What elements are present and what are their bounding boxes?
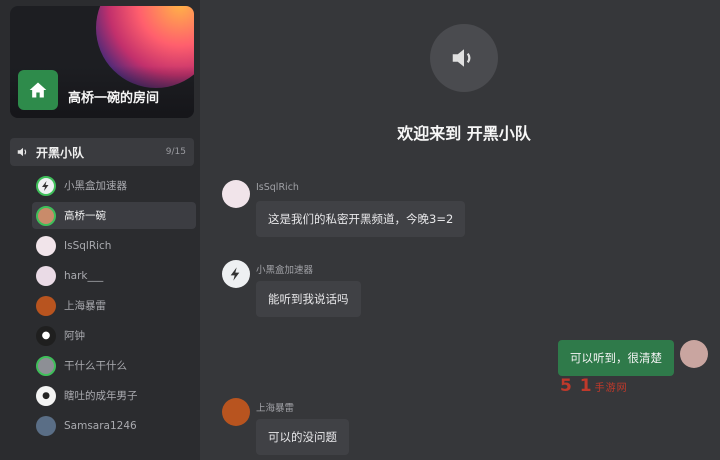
member-list: 小黑盒加速器 高桥一碗 IsSqlRich hark___ 上海暴雷 ● 阿钟 … [32, 172, 196, 442]
lightning-icon [42, 180, 49, 191]
member-avatar: ● [36, 325, 56, 346]
member-name: IsSqlRich [64, 239, 112, 252]
chat-main: 欢迎来到 开黑小队 IsSqlRich 这是我们的私密开黑频道，今晚3=2 小黑… [200, 0, 720, 460]
welcome-title: 欢迎来到 开黑小队 [397, 124, 531, 143]
message-username: 上海暴雷 [256, 403, 295, 414]
message-avatar[interactable] [222, 180, 250, 208]
member-avatar [36, 415, 56, 436]
message-avatar[interactable] [222, 398, 250, 426]
message-username: IsSqlRich [256, 182, 299, 193]
member-item[interactable]: ● 阿钟 [32, 322, 196, 349]
channel-name: 开黑小队 [36, 145, 85, 160]
room-card[interactable]: 高桥一碗的房间 [10, 6, 194, 118]
member-item[interactable]: hark___ [32, 262, 196, 289]
message-bubble: 可以的没问题 [256, 419, 349, 455]
member-avatar [36, 295, 56, 316]
member-avatar [36, 235, 56, 256]
speaker-icon [452, 49, 471, 67]
message-bubble: 可以听到，很清楚 [558, 340, 674, 376]
panda-icon: ● [41, 330, 51, 341]
member-avatar [36, 265, 56, 286]
member-item[interactable]: ● 瞎吐的成年男子 [32, 382, 196, 409]
member-name: 瞎吐的成年男子 [64, 390, 138, 402]
room-name: 高桥一碗的房间 [68, 91, 160, 106]
home-icon [29, 82, 47, 98]
member-name: Samsara1246 [64, 419, 137, 432]
home-button[interactable] [18, 70, 58, 110]
channel-item-kaihei[interactable]: 开黑小队 9/15 [10, 138, 194, 166]
channel-voice-button[interactable] [430, 24, 498, 92]
member-item[interactable]: 高桥一碗 [32, 202, 196, 229]
message-bubble: 这是我们的私密开黑频道，今晚3=2 [256, 201, 466, 237]
member-name: 高桥一碗 [64, 210, 106, 222]
egg-icon: ● [42, 390, 50, 401]
member-item[interactable]: 上海暴雷 [32, 292, 196, 319]
watermark-logo: 5 1 手游网 [560, 376, 628, 396]
member-item[interactable]: IsSqlRich [32, 232, 196, 259]
member-avatar: ● [36, 385, 56, 406]
channel-member-count: 9/15 [165, 147, 186, 157]
member-item[interactable]: 干什么干什么 [32, 352, 196, 379]
member-item[interactable]: 小黑盒加速器 [32, 172, 196, 199]
app-window: 高桥一碗的房间 开黑小队 9/15 小黑盒加速器 高桥一碗 IsSqlRich … [0, 0, 720, 460]
message-avatar[interactable] [680, 340, 708, 368]
member-name: 干什么干什么 [64, 360, 127, 372]
member-avatar [36, 175, 56, 196]
member-name: 上海暴雷 [64, 300, 106, 312]
sidebar: 高桥一碗的房间 开黑小队 9/15 小黑盒加速器 高桥一碗 IsSqlRich … [0, 0, 200, 460]
volume-icon [17, 147, 27, 157]
message-avatar[interactable] [222, 260, 250, 288]
message-bubble: 能听到我说话吗 [256, 281, 361, 317]
member-name: 小黑盒加速器 [64, 180, 127, 192]
member-avatar [36, 205, 56, 226]
member-name: 阿钟 [64, 330, 85, 342]
member-name: hark___ [64, 269, 104, 282]
message-username: 小黑盒加速器 [256, 265, 314, 276]
member-avatar [36, 355, 56, 376]
lightning-icon [230, 267, 240, 281]
member-item[interactable]: Samsara1246 [32, 412, 196, 439]
